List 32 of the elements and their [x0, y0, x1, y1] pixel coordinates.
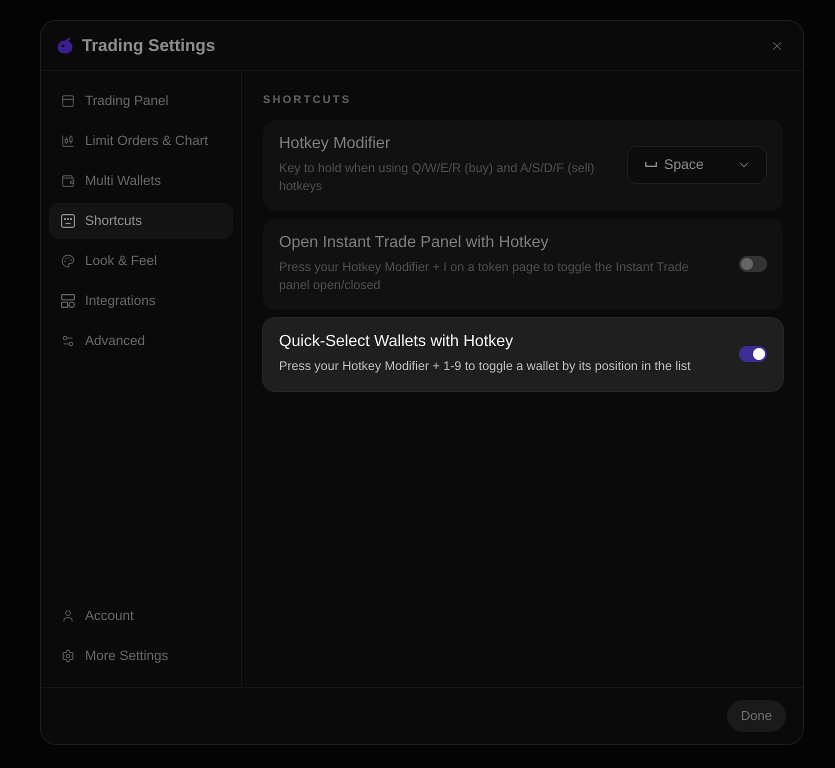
sidebar-item[interactable]: Multi Wallets	[49, 163, 233, 199]
candlestick-chart-icon	[61, 134, 75, 148]
sidebar-item[interactable]: Account	[49, 598, 233, 634]
setting-title: Quick-Select Wallets with Hotkey	[279, 332, 514, 352]
keyboard-icon	[61, 214, 75, 228]
sidebar-item[interactable]: Advanced	[49, 323, 233, 359]
layout-shapes-icon	[61, 294, 75, 308]
done-button[interactable]: Done	[726, 700, 786, 732]
toggle-switch[interactable]	[739, 346, 767, 362]
section-heading: SHORTCUTS	[263, 93, 352, 107]
setting-description: Press your Hotkey Modifier + 1-9 to toggle a wallet by its position in the list	[279, 358, 692, 375]
toggle-switch[interactable]	[739, 256, 767, 272]
wallet-icon	[61, 174, 75, 188]
hotkey-select[interactable]: Space	[627, 146, 767, 184]
dialog-title: Trading Settings	[82, 34, 216, 57]
sidebar-item[interactable]: Integrations	[49, 283, 233, 319]
setting-description: Key to hold when using Q/W/E/R (buy) and A/S/D/F (sell) hotkeys	[279, 160, 595, 195]
user-icon	[61, 609, 75, 623]
settings-icon	[61, 649, 75, 663]
sidebar-item[interactable]: More Settings	[49, 638, 233, 674]
setting-title: Open Instant Trade Panel with Hotkey	[279, 233, 550, 253]
sidebar-item[interactable]: Trading Panel	[49, 83, 233, 119]
sidebar-item[interactable]: Look & Feel	[49, 243, 233, 279]
setting-title: Hotkey Modifier	[279, 134, 392, 154]
setting-description: Press your Hotkey Modifier + I on a token page to toggle the Instant Trade panel open/closed	[279, 259, 690, 294]
logo-icon	[57, 37, 73, 54]
sidebar-item[interactable]: Limit Orders & Chart	[49, 123, 233, 159]
sliders-icon	[61, 334, 75, 348]
panel-icon	[61, 94, 75, 108]
sidebar-item[interactable]: Shortcuts	[49, 203, 233, 239]
palette-icon	[61, 254, 75, 268]
space-key-icon	[645, 162, 657, 167]
